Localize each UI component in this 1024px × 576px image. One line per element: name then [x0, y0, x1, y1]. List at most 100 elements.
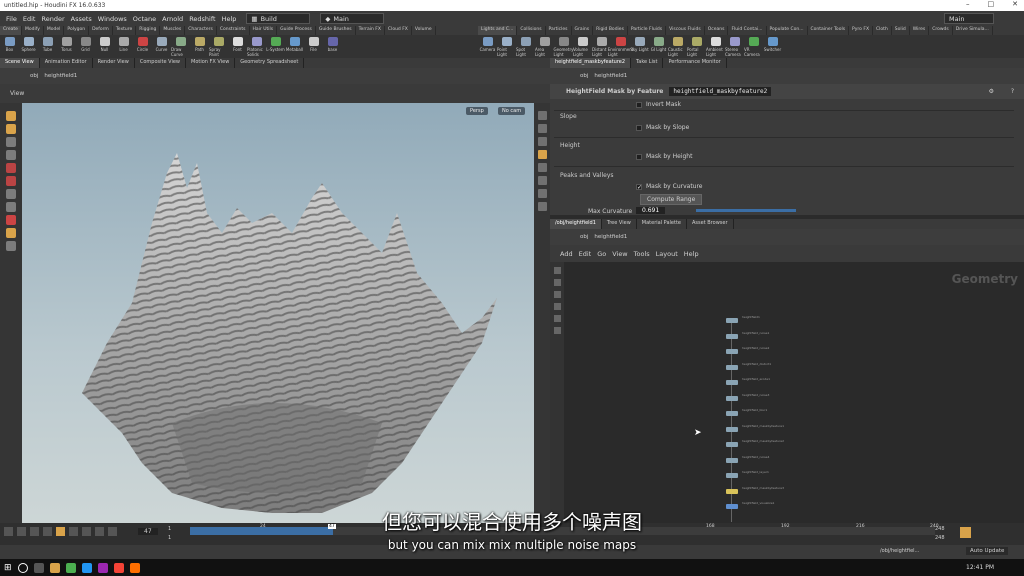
network-node[interactable] [726, 333, 738, 339]
path-heightfield[interactable]: heightfield1 [594, 234, 627, 240]
network-node[interactable] [726, 488, 738, 494]
render-region-icon[interactable] [6, 202, 16, 212]
network-tool-icon[interactable] [553, 315, 561, 322]
display-option-icon[interactable] [537, 202, 547, 211]
network-editor[interactable]: Geometry heightfield1 heightfield_noise1 h… [550, 262, 1024, 523]
shelf-tool-16[interactable]: File [304, 35, 323, 58]
shelf-tab-8[interactable]: Fluid Contai... [728, 26, 767, 35]
explorer-icon[interactable] [49, 562, 60, 573]
shelf-tool-8[interactable]: Sky Light [630, 35, 649, 58]
display-option-icon[interactable] [537, 111, 547, 120]
app-icon[interactable] [81, 562, 92, 573]
shelf-tab-4[interactable]: Rigid Bodies [593, 26, 628, 35]
select-tool-icon[interactable] [6, 111, 16, 121]
network-node[interactable] [726, 318, 738, 323]
shelf-tool-7[interactable]: Circle [133, 35, 152, 58]
network-tool-icon[interactable] [553, 291, 561, 298]
mask-by-height-toggle[interactable]: Mask by Height [636, 153, 692, 160]
minimize-icon[interactable]: – [966, 0, 970, 8]
network-node[interactable] [726, 457, 738, 463]
shelf-tab-13[interactable]: Terrain FX [356, 26, 385, 35]
shelf-tool-13[interactable]: Platonic Solids [247, 35, 266, 58]
view-tool-icon[interactable] [6, 189, 16, 199]
shelf-tool-6[interactable]: Line [114, 35, 133, 58]
tab-composite-view[interactable]: Composite View [135, 58, 186, 68]
scene-viewport[interactable]: Persp No cam [22, 103, 534, 523]
menu-arnold[interactable]: Arnold [162, 15, 183, 23]
display-option-icon[interactable] [537, 163, 547, 172]
display-option-icon[interactable] [537, 176, 547, 185]
magnet-tool-icon[interactable] [6, 215, 16, 225]
menu-assets[interactable]: Assets [71, 15, 92, 23]
shelf-tab-13[interactable]: Solid [892, 26, 910, 35]
node-name-field[interactable]: heightfield_maskbyfeature2 [669, 87, 772, 96]
shelf-tool-5[interactable]: Null [95, 35, 114, 58]
shelf-tool-2[interactable]: Spot Light [516, 35, 535, 58]
shelf-tab-2[interactable]: Particles [546, 26, 572, 35]
shelf-tab-3[interactable]: Grains [572, 26, 594, 35]
shelf-tab-6[interactable]: Rigging [136, 26, 161, 35]
shelf-tool-5[interactable]: Volume Light [573, 35, 592, 58]
chrome-icon[interactable] [65, 562, 76, 573]
network-node[interactable] [726, 426, 738, 432]
search-icon[interactable] [17, 562, 28, 573]
net-menu-add[interactable]: Add [560, 250, 573, 258]
mask-by-slope-toggle[interactable]: Mask by Slope [636, 124, 689, 131]
shelf-tool-12[interactable]: Ambient Light [706, 35, 725, 58]
shelf-tab-4[interactable]: Deform [89, 26, 113, 35]
tab-animation-editor[interactable]: Animation Editor [40, 58, 93, 68]
tab-node-params[interactable]: heightfield_maskbyfeature2 [550, 58, 632, 68]
shelf-tab-5[interactable]: Particle Fluids [628, 26, 667, 35]
tab-performance-monitor[interactable]: Performance Monitor [663, 58, 727, 68]
shelf-tab-10[interactable]: Hair Utils [250, 26, 278, 35]
shelf-tab-6[interactable]: Viscous Fluids [666, 26, 705, 35]
tab-render-view[interactable]: Render View [93, 58, 135, 68]
shelf-tool-15[interactable]: Metaball [285, 35, 304, 58]
shelf-tool-9[interactable]: Draw Curve [171, 35, 190, 58]
maximize-icon[interactable]: □ [988, 0, 995, 8]
path-obj[interactable]: obj [30, 73, 38, 79]
move-tool-icon[interactable] [6, 124, 16, 134]
path-obj[interactable]: obj [580, 234, 588, 240]
max-curvature-slider[interactable] [696, 209, 796, 212]
menu-octane[interactable]: Octane [133, 15, 156, 23]
shelf-tool-15[interactable]: Switcher [763, 35, 782, 58]
shelf-tab-1[interactable]: Collisions [517, 26, 546, 35]
help-icon[interactable]: ? [1011, 88, 1014, 95]
snap-tool-icon[interactable] [6, 228, 16, 238]
tab-scene-view[interactable]: Scene View [0, 58, 40, 68]
tab-network-view[interactable]: /obj/heightfield1 [550, 219, 602, 229]
menu-edit[interactable]: Edit [23, 15, 36, 23]
pose-tool-icon[interactable] [6, 176, 16, 186]
compute-range-button[interactable]: Compute Range [640, 194, 703, 205]
network-node[interactable] [726, 442, 738, 447]
shelf-tab-5[interactable]: Texture [113, 26, 137, 35]
network-node[interactable] [726, 473, 738, 478]
shelf-tool-7[interactable]: Environment Light [608, 35, 633, 58]
scale-tool-icon[interactable] [6, 150, 16, 160]
shelf-tool-4[interactable]: Grid [76, 35, 95, 58]
shelf-tab-12[interactable]: Cloth [873, 26, 892, 35]
display-option-icon[interactable] [537, 137, 547, 146]
net-menu-view[interactable]: View [612, 250, 627, 258]
shelf-tool-3[interactable]: Area Light [535, 35, 554, 58]
shelf-tool-4[interactable]: Geometry Light [554, 35, 573, 58]
shelf-tab-14[interactable]: Wires [910, 26, 930, 35]
handle-tool-icon[interactable] [6, 163, 16, 173]
shelf-tool-14[interactable]: VR Camera [744, 35, 763, 58]
app-icon[interactable] [97, 562, 108, 573]
shelf-tab-7[interactable]: Oceans [705, 26, 729, 35]
shelf-tool-12[interactable]: Font [228, 35, 247, 58]
shelf-tab-0[interactable]: Create [0, 26, 22, 35]
persp-button[interactable]: Persp [466, 107, 488, 115]
tab-take-list[interactable]: Take List [631, 58, 664, 68]
network-tool-icon[interactable] [553, 303, 561, 310]
shelf-tab-8[interactable]: Characters [185, 26, 217, 35]
shelf-tab-9[interactable]: Constraints [217, 26, 250, 35]
network-tool-icon[interactable] [553, 279, 561, 286]
shelf-tool-2[interactable]: Tube [38, 35, 57, 58]
shelf-tab-12[interactable]: Guide Brushes [316, 26, 356, 35]
invert-mask-toggle[interactable]: Invert Mask [636, 101, 681, 108]
shelf-tool-11[interactable]: Spray Paint [209, 35, 228, 58]
shelf-tab-0[interactable]: Lights and C... [478, 26, 518, 35]
